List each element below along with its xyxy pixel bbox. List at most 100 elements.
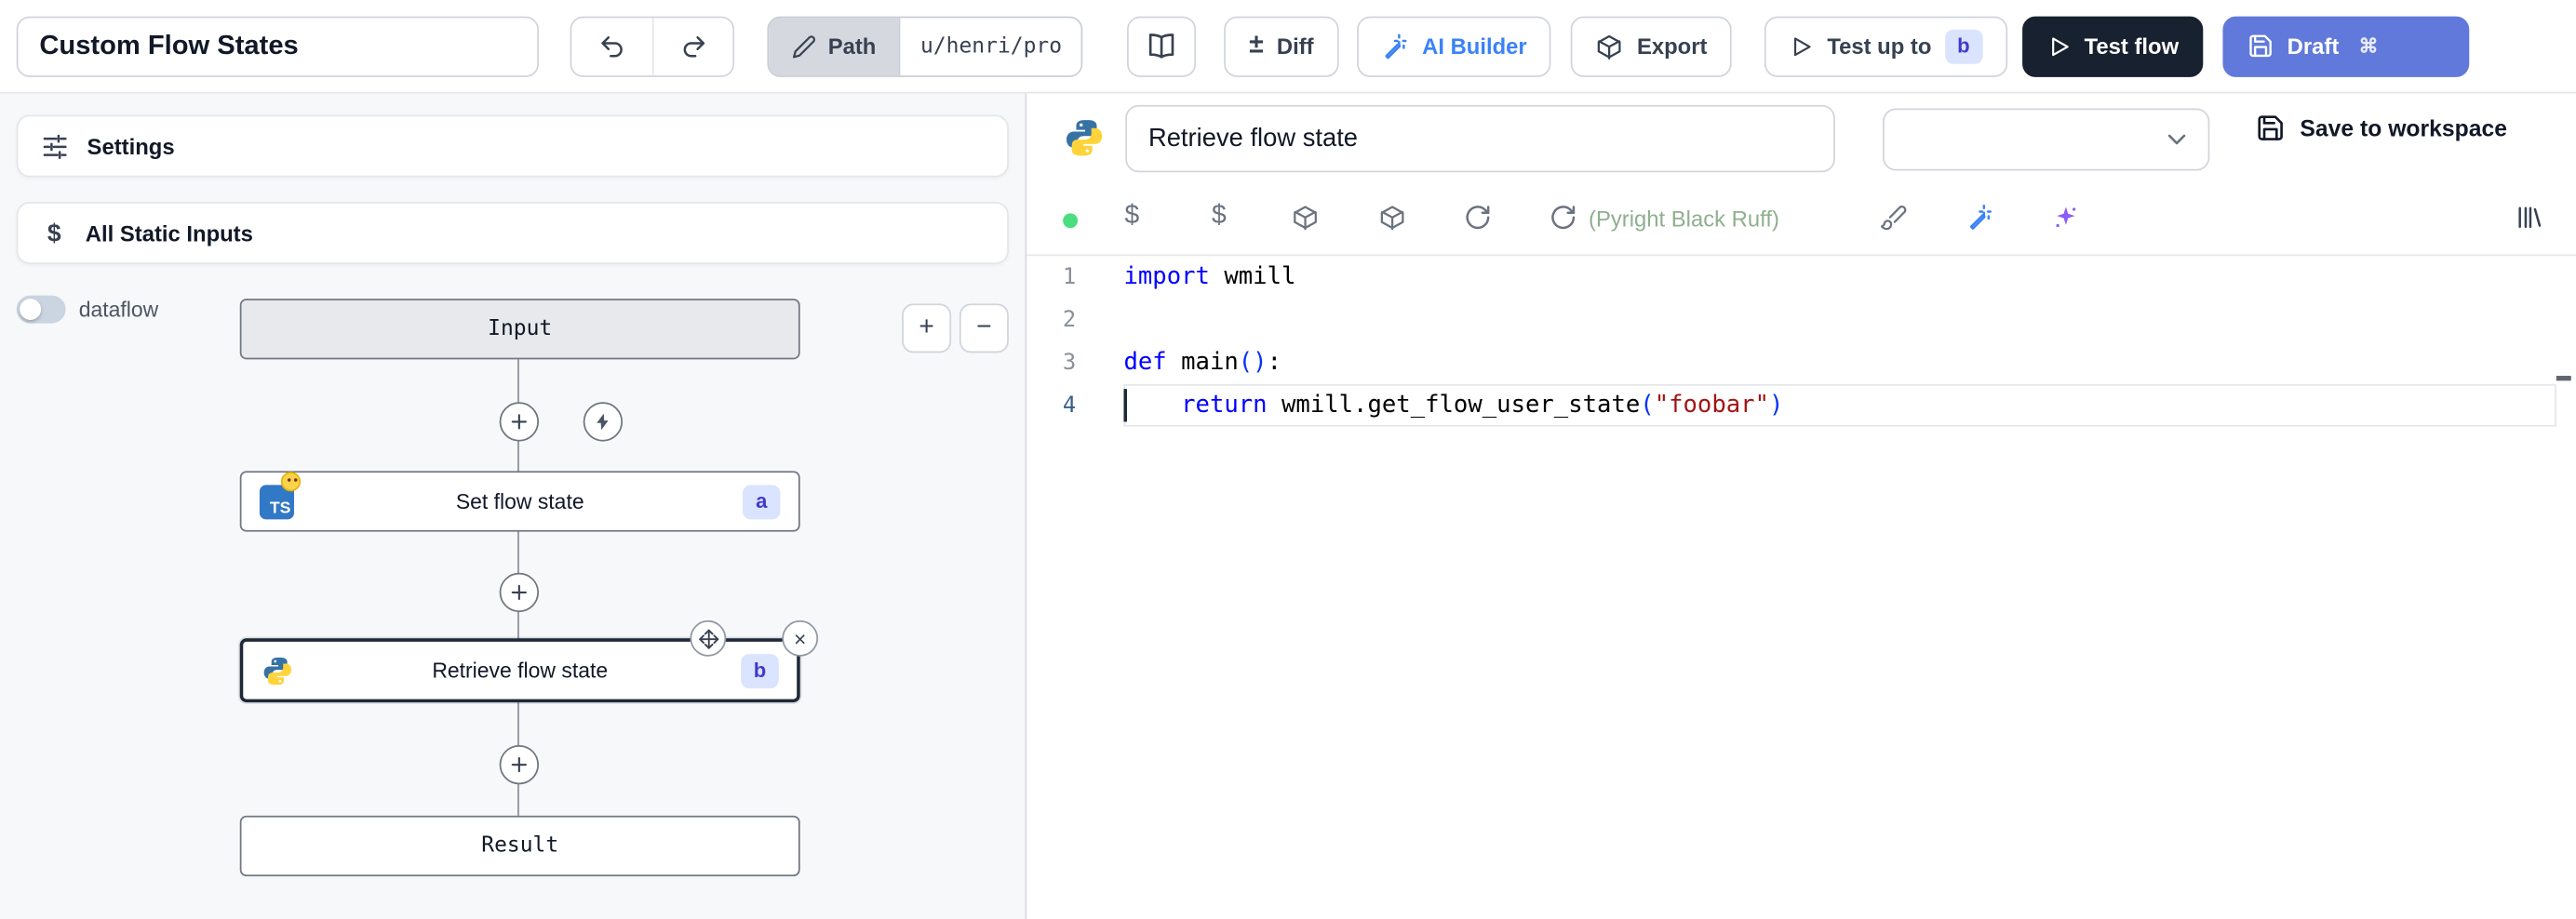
plus-circle-icon	[509, 755, 529, 775]
pencil-icon	[792, 33, 816, 58]
redo-icon	[679, 32, 707, 60]
library-panel-icon-button[interactable]	[2514, 200, 2543, 233]
draft-button[interactable]: Draft ⌘	[2223, 16, 2470, 76]
undo-icon	[598, 32, 626, 60]
export-button[interactable]: Export	[1571, 16, 1732, 76]
wand-icon	[1381, 32, 1409, 60]
line-number: 2	[1026, 307, 1076, 333]
flow-graph-pane: Settings $ All Static Inputs dataflow In…	[0, 94, 1026, 919]
editor-toolbar: $ $ (Pyright Black Ruff)	[1026, 184, 2576, 255]
insert-step-button[interactable]	[500, 402, 539, 441]
code-line: 1 import wmill	[1026, 256, 2576, 299]
settings-label: Settings	[87, 134, 175, 158]
package-icon-button[interactable]	[1290, 200, 1320, 233]
undo-button[interactable]	[571, 18, 652, 75]
draft-shortcut: ⌘	[2358, 34, 2378, 58]
save-to-workspace-button[interactable]: Save to workspace	[2256, 113, 2507, 143]
test-up-to-label: Test up to	[1827, 33, 1931, 58]
settings-bar[interactable]: Settings	[17, 115, 1009, 178]
redo-button[interactable]	[652, 18, 733, 75]
code-line: 2	[1026, 299, 2576, 341]
format-brush-icon-button[interactable]	[1878, 200, 1908, 233]
step-editor-pane: Save to workspace $ $ (Pyright Black Ruf…	[1026, 94, 2576, 919]
line-number: 3	[1026, 350, 1076, 376]
set-node-label: Set flow state	[456, 489, 584, 513]
code-line: 3 def main():	[1026, 341, 2576, 384]
trigger-button[interactable]	[584, 402, 623, 441]
static-inputs-label: All Static Inputs	[86, 220, 253, 245]
ai-builder-label: AI Builder	[1422, 33, 1527, 58]
path-edit-button[interactable]: Path	[769, 18, 899, 75]
docs-button[interactable]	[1128, 16, 1197, 76]
line-number: 4	[1026, 393, 1076, 419]
test-flow-button[interactable]: Test flow	[2022, 16, 2204, 76]
step-name-input[interactable]	[1125, 105, 1835, 172]
ai-builder-button[interactable]: AI Builder	[1357, 16, 1552, 76]
chevron-down-icon	[2162, 125, 2192, 154]
dataflow-toggle-row: dataflow	[17, 296, 159, 324]
play-icon	[2046, 33, 2071, 58]
flow-node-set-flow-state[interactable]: TS Set flow state a	[240, 471, 800, 531]
insert-step-button[interactable]	[500, 573, 539, 612]
code-editor[interactable]: 1 import wmill 2 3 def main(): 4 return …	[1026, 256, 2576, 919]
save-icon	[2247, 33, 2274, 59]
input-node-label: Input	[488, 317, 552, 341]
all-static-inputs-bar[interactable]: $ All Static Inputs	[17, 202, 1009, 264]
diff-label: Diff	[1277, 33, 1314, 58]
result-node-label: Result	[481, 833, 558, 858]
insert-step-button[interactable]	[500, 745, 539, 784]
flow-node-result[interactable]: Result	[240, 816, 800, 876]
plus-minus-icon: ±	[1249, 32, 1264, 61]
move-step-button[interactable]	[690, 620, 726, 657]
path-control: Path u/henri/pro	[767, 16, 1083, 76]
path-value[interactable]: u/henri/pro	[899, 18, 1081, 75]
sliders-icon	[41, 132, 69, 160]
draft-label: Draft	[2288, 33, 2340, 58]
flow-title-input[interactable]: Custom Flow States	[17, 16, 539, 76]
plus-circle-icon	[509, 412, 529, 432]
emoji-icon	[281, 471, 301, 490]
typescript-icon: TS	[260, 484, 294, 518]
dataflow-toggle[interactable]	[17, 296, 66, 324]
zoom-out-button[interactable]: −	[959, 303, 1009, 353]
undo-redo-group	[570, 16, 735, 76]
dollar-icon-button[interactable]: $	[1117, 200, 1147, 233]
current-line-highlight	[1123, 384, 2556, 427]
plus-circle-icon	[509, 582, 529, 602]
delete-step-button[interactable]: ×	[782, 620, 818, 657]
text-cursor	[1123, 389, 1127, 421]
step-badge-b: b	[741, 653, 779, 687]
package-icon-button[interactable]	[1376, 200, 1406, 233]
package-icon	[1596, 32, 1624, 60]
python-icon	[262, 654, 294, 686]
status-dot-icon	[1063, 213, 1078, 228]
play-icon	[1790, 33, 1814, 58]
diff-button[interactable]: ± Diff	[1225, 16, 1338, 76]
refresh-icon-button[interactable]	[1548, 200, 1577, 233]
refresh-icon-button[interactable]	[1462, 200, 1492, 233]
linter-label: (Pyright Black Ruff)	[1589, 206, 1779, 231]
sparkles-icon-button[interactable]	[2050, 200, 2080, 233]
dataflow-label: dataflow	[79, 297, 158, 321]
dollar-icon-button[interactable]: $	[1204, 200, 1234, 233]
test-up-to-button[interactable]: Test up to b	[1764, 16, 2006, 76]
python-icon	[1063, 116, 1106, 159]
topbar: Custom Flow States Path u/henri/pro ± Di…	[0, 0, 2576, 94]
lightning-icon	[593, 412, 612, 432]
ai-wand-icon-button[interactable]	[1965, 200, 1994, 233]
step-badge-b: b	[1945, 29, 1983, 63]
overview-ruler-cursor-mark	[2556, 376, 2571, 380]
code-line-current: 4 return wmill.get_flow_user_state("foob…	[1026, 384, 2576, 427]
flow-node-input[interactable]: Input	[240, 299, 800, 359]
language-select[interactable]	[1883, 108, 2209, 170]
zoom-in-button[interactable]: +	[902, 303, 951, 353]
step-badge-a: a	[743, 484, 781, 518]
save-to-workspace-label: Save to workspace	[2300, 115, 2507, 141]
save-icon	[2256, 113, 2286, 143]
retrieve-node-label: Retrieve flow state	[432, 658, 608, 682]
dollar-icon: $	[41, 220, 67, 247]
test-flow-label: Test flow	[2085, 33, 2180, 58]
close-icon: ×	[794, 626, 806, 650]
move-icon	[697, 628, 718, 649]
app-window: Custom Flow States Path u/henri/pro ± Di…	[0, 0, 2576, 919]
